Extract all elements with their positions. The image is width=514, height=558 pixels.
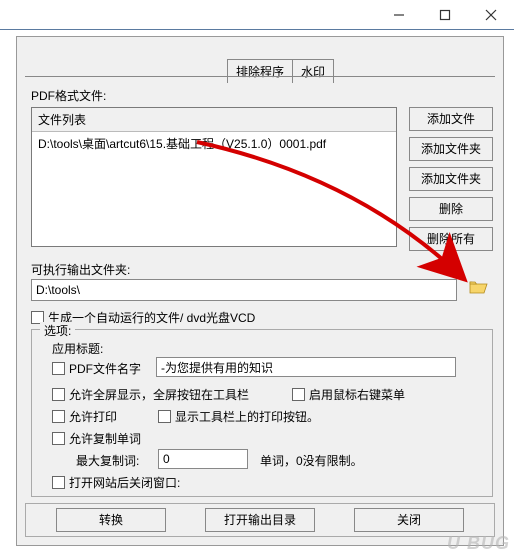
allow-copyword-label: 允许复制单词	[69, 430, 141, 447]
toolbar-print-label: 显示工具栏上的打印按钮。	[175, 408, 319, 425]
max-copyword-after-label: 单词，0没有限制。	[260, 452, 363, 469]
checkbox-icon	[52, 432, 65, 445]
toolbar-print-checkbox-row[interactable]: 显示工具栏上的打印按钮。	[158, 408, 319, 425]
maximize-button[interactable]	[422, 0, 468, 30]
output-folder-input[interactable]	[31, 279, 457, 301]
checkbox-icon	[158, 410, 171, 423]
pdf-filename-checkbox-row[interactable]: PDF文件名字	[52, 360, 141, 377]
folder-open-icon	[469, 279, 489, 298]
options-group: 选项: 应用标题: PDF文件名字 允许全屏显示，全屏按钮在工具栏 启用鼠标右键…	[31, 329, 493, 497]
app-title-label: 应用标题:	[52, 340, 103, 357]
checkbox-icon	[292, 388, 305, 401]
window-content: 排除程序 水印 PDF格式文件: 文件列表 D:\tools\桌面\artcut…	[16, 36, 504, 546]
file-list-header[interactable]: 文件列表	[32, 108, 396, 132]
add-folder-button[interactable]: 添加文件夹	[409, 137, 493, 161]
close-bottom-button[interactable]: 关闭	[354, 508, 464, 532]
checkbox-icon	[52, 388, 65, 401]
checkbox-icon	[52, 476, 65, 489]
tab-watermark[interactable]: 水印	[293, 59, 334, 83]
add-file-button[interactable]: 添加文件	[409, 107, 493, 131]
close-button[interactable]	[468, 0, 514, 30]
pdf-filename-input[interactable]	[156, 357, 456, 377]
pdf-files-label: PDF格式文件:	[31, 87, 106, 104]
rightclick-checkbox-row[interactable]: 启用鼠标右键菜单	[292, 386, 405, 403]
side-buttons: 添加文件 添加文件夹 添加文件夹 删除 删除所有	[409, 107, 493, 251]
file-list[interactable]: 文件列表 D:\tools\桌面\artcut6\15.基础工程（V25.1.0…	[31, 107, 397, 247]
checkbox-icon	[52, 410, 65, 423]
allow-print-label: 允许打印	[69, 408, 117, 425]
bottom-bar: 转换 打开输出目录 关闭	[25, 503, 495, 537]
table-row[interactable]: D:\tools\桌面\artcut6\15.基础工程（V25.1.0）0001…	[32, 132, 396, 155]
rightclick-label: 启用鼠标右键菜单	[309, 386, 405, 403]
allow-copyword-checkbox-row[interactable]: 允许复制单词	[52, 430, 141, 447]
checkbox-icon	[52, 362, 65, 375]
delete-button[interactable]: 删除	[409, 197, 493, 221]
allow-print-checkbox-row[interactable]: 允许打印	[52, 408, 117, 425]
add-folder-button-2[interactable]: 添加文件夹	[409, 167, 493, 191]
max-copyword-input[interactable]	[158, 449, 248, 469]
open-output-button[interactable]: 打开输出目录	[205, 508, 315, 532]
fullscreen-label: 允许全屏显示，全屏按钮在工具栏	[69, 386, 249, 403]
options-group-title: 选项:	[40, 322, 75, 339]
max-copyword-label: 最大复制词:	[76, 452, 139, 469]
titlebar	[0, 0, 514, 30]
tab-exclude[interactable]: 排除程序	[227, 59, 293, 83]
tab-divider	[25, 76, 495, 77]
convert-button[interactable]: 转换	[56, 508, 166, 532]
tabs: 排除程序 水印	[227, 59, 334, 83]
pdf-filename-label: PDF文件名字	[69, 360, 141, 377]
browse-folder-button[interactable]	[467, 277, 491, 299]
fullscreen-checkbox-row[interactable]: 允许全屏显示，全屏按钮在工具栏	[52, 386, 249, 403]
close-after-site-checkbox-row[interactable]: 打开网站后关闭窗口:	[52, 474, 180, 491]
delete-all-button[interactable]: 删除所有	[409, 227, 493, 251]
minimize-button[interactable]	[376, 0, 422, 30]
autorun-label: 生成一个自动运行的文件/ dvd光盘VCD	[48, 309, 255, 326]
close-after-site-label: 打开网站后关闭窗口:	[69, 474, 180, 491]
output-folder-label: 可执行输出文件夹:	[31, 261, 130, 278]
